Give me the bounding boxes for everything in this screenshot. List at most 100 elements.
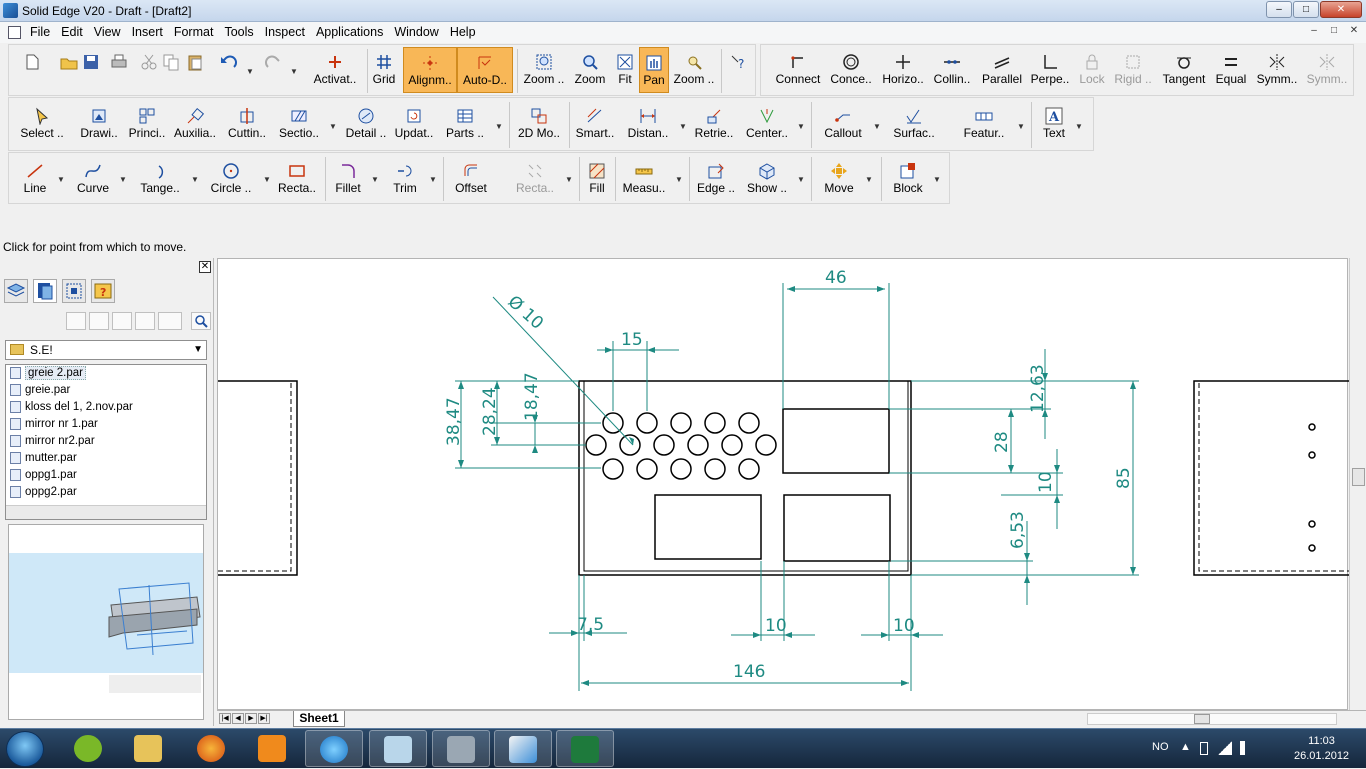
curve-dropdown-arrow-icon[interactable]: ▼: [119, 175, 127, 184]
callout-dropdown-arrow-icon[interactable]: ▼: [873, 122, 881, 131]
symmetry-axis-button[interactable]: Symm..: [1305, 53, 1349, 86]
list-item[interactable]: mutter.par: [6, 450, 206, 467]
list-item[interactable]: mirror nr2.par: [6, 433, 206, 450]
undo-button[interactable]: [219, 53, 239, 72]
symmetric-button[interactable]: Symm..: [1253, 53, 1301, 86]
scrollbar-thumb[interactable]: [1194, 714, 1210, 724]
trim-dropdown-arrow-icon[interactable]: ▼: [429, 175, 437, 184]
distance-dropdown-arrow-icon[interactable]: ▼: [679, 122, 687, 131]
update-views-button[interactable]: Updat..: [393, 107, 435, 140]
maximize-button[interactable]: □: [1293, 1, 1319, 18]
groups-tab-icon[interactable]: [62, 279, 86, 303]
redo-button[interactable]: [263, 53, 283, 72]
smart-dimension-button[interactable]: Smart..: [573, 107, 617, 140]
connect-button[interactable]: Connect: [773, 53, 823, 86]
layers-tab-icon[interactable]: [4, 279, 28, 303]
dimension-text[interactable]: 6,53: [1008, 511, 1028, 549]
new-button[interactable]: [19, 53, 45, 72]
select-tool-button[interactable]: Select ..: [19, 107, 65, 140]
feature-control-frame-button[interactable]: Featur..: [959, 107, 1009, 140]
ie-taskbar-button[interactable]: [305, 730, 363, 767]
drawing-sheet[interactable]: 46 15 Ø 10 38,47 28,24 18,47 12,63 28 10…: [217, 258, 1349, 711]
redo-dropdown-arrow-icon[interactable]: ▼: [290, 67, 298, 76]
trim-button[interactable]: Trim: [389, 162, 421, 195]
spotify-taskbar-button[interactable]: [60, 730, 118, 767]
concentric-button[interactable]: Conce..: [829, 53, 873, 86]
drawing-view-wizard-button[interactable]: Drawi..: [77, 107, 121, 140]
tangent-arc-button[interactable]: Tange..: [137, 162, 183, 195]
language-indicator[interactable]: NO: [1152, 741, 1169, 753]
scrollbar-thumb[interactable]: [1352, 468, 1365, 486]
last-sheet-icon[interactable]: ▶|: [258, 713, 270, 724]
dimension-text[interactable]: Ø 10: [504, 292, 547, 334]
start-button[interactable]: [6, 731, 44, 767]
menu-edit[interactable]: Edit: [61, 25, 91, 39]
equal-button[interactable]: Equal: [1213, 53, 1249, 86]
menu-applications[interactable]: Applications: [316, 25, 391, 39]
dimension-text[interactable]: 7,5: [577, 615, 604, 635]
offset-button[interactable]: Offset: [451, 162, 491, 195]
doc-restore-button[interactable]: □: [1326, 24, 1342, 39]
list-item[interactable]: mirror nr 1.par: [6, 416, 206, 433]
library-tab-icon[interactable]: [33, 279, 57, 303]
show-hide-edges-button[interactable]: Show ..: [745, 162, 789, 195]
dimension-text[interactable]: 46: [825, 268, 847, 288]
zoom-previous-button[interactable]: Zoom ..: [671, 53, 717, 86]
solid-edge-app-icon[interactable]: [3, 3, 18, 18]
lock-button[interactable]: Lock: [1075, 53, 1109, 86]
first-sheet-icon[interactable]: |◀: [219, 713, 231, 724]
edge-painter-button[interactable]: Edge ..: [695, 162, 737, 195]
auxiliary-view-button[interactable]: Auxilia..: [171, 107, 219, 140]
drawing-view[interactable]: 46 15 Ø 10 38,47 28,24 18,47 12,63 28 10…: [218, 259, 1349, 711]
up-folder-icon[interactable]: [112, 312, 132, 330]
menu-insert[interactable]: Insert: [132, 25, 171, 39]
undo-dropdown-arrow-icon[interactable]: ▼: [246, 67, 254, 76]
previous-sheet-icon[interactable]: ◀: [232, 713, 244, 724]
pattern-dropdown-arrow-icon[interactable]: ▼: [565, 175, 573, 184]
section-view-button[interactable]: Sectio..: [277, 107, 321, 140]
list-item[interactable]: oppg1.par: [6, 467, 206, 484]
menu-view[interactable]: View: [94, 25, 129, 39]
media-player-taskbar-button[interactable]: [244, 730, 302, 767]
dimension-text[interactable]: 146: [733, 662, 765, 682]
back-arrow-icon[interactable]: [89, 312, 109, 330]
fit-button[interactable]: Fit: [613, 53, 637, 86]
close-button[interactable]: ✕: [1320, 1, 1362, 18]
menu-tools[interactable]: Tools: [224, 25, 261, 39]
open-button[interactable]: [59, 53, 79, 72]
dimension-text[interactable]: 10: [893, 616, 915, 636]
move-dropdown-arrow-icon[interactable]: ▼: [865, 175, 873, 184]
volume-muted-icon[interactable]: [1240, 741, 1254, 755]
dimension-text[interactable]: 85: [1114, 467, 1134, 489]
block-dropdown-arrow-icon[interactable]: ▼: [933, 175, 941, 184]
detail-view-button[interactable]: Detail ..: [343, 107, 389, 140]
show-dropdown-arrow-icon[interactable]: ▼: [797, 175, 805, 184]
tangent-relationship-button[interactable]: Tangent: [1159, 53, 1209, 86]
block-button[interactable]: Block: [889, 162, 927, 195]
line-dropdown-arrow-icon[interactable]: ▼: [57, 175, 65, 184]
menu-file[interactable]: File: [30, 25, 58, 39]
rigid-set-button[interactable]: Rigid ..: [1111, 53, 1155, 86]
new-folder-icon[interactable]: [135, 312, 155, 330]
show-hidden-icons-icon[interactable]: ▲: [1180, 741, 1191, 753]
perpendicular-button[interactable]: Perpe..: [1029, 53, 1071, 86]
pan-button[interactable]: Pan: [639, 47, 669, 93]
dimension-text[interactable]: 10: [765, 616, 787, 636]
curve-button[interactable]: Curve: [75, 162, 111, 195]
tangent-dropdown-arrow-icon[interactable]: ▼: [191, 175, 199, 184]
auto-dimension-button[interactable]: Auto-D..: [457, 47, 513, 93]
calculator-taskbar-button[interactable]: [432, 730, 490, 767]
explorer-taskbar-button[interactable]: [120, 730, 178, 767]
activate-button[interactable]: Activat..: [311, 53, 359, 86]
menu-inspect[interactable]: Inspect: [265, 25, 313, 39]
save-button[interactable]: [81, 53, 101, 72]
doc-close-button[interactable]: ✕: [1346, 24, 1362, 39]
parts-list-button[interactable]: Parts ..: [445, 107, 485, 140]
measure-dropdown-arrow-icon[interactable]: ▼: [675, 175, 683, 184]
paste-button[interactable]: [185, 53, 205, 72]
principal-view-button[interactable]: Princi..: [125, 107, 169, 140]
horizontal-vertical-button[interactable]: Horizo..: [879, 53, 927, 86]
callout-button[interactable]: Callout: [821, 107, 865, 140]
surface-texture-button[interactable]: Surfac..: [889, 107, 939, 140]
menu-window[interactable]: Window: [394, 25, 446, 39]
